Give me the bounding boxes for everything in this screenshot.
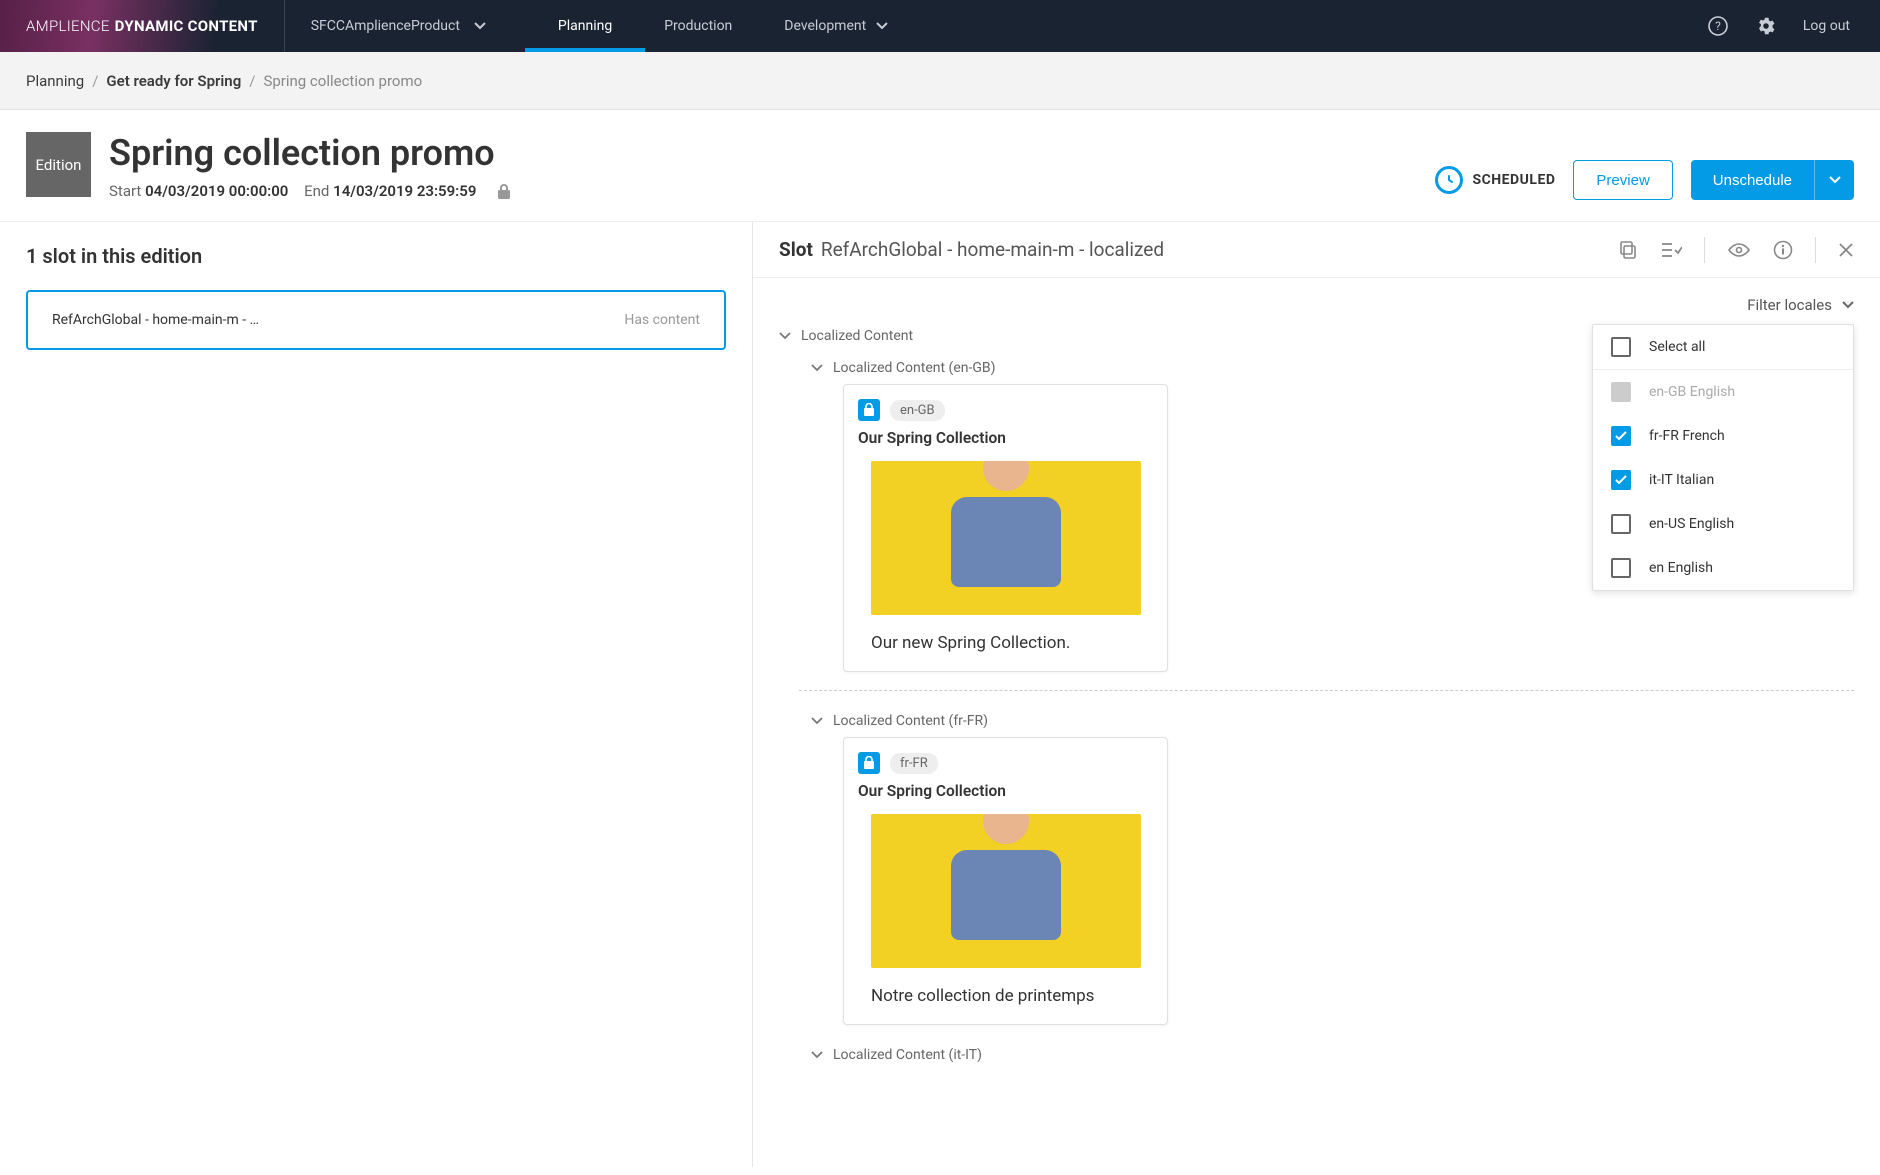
locale-option-it-it[interactable]: it-IT Italian <box>1593 458 1853 502</box>
filter-locales-toggle[interactable]: Filter locales <box>1747 296 1854 314</box>
checkbox-icon <box>1611 514 1631 534</box>
slot-header: Slot RefArchGlobal - home-main-m - local… <box>753 222 1880 278</box>
gear-icon[interactable] <box>1755 15 1777 37</box>
locale-option-en[interactable]: en English <box>1593 546 1853 590</box>
slot-card[interactable]: RefArchGlobal - home-main-m - … Has cont… <box>26 290 726 350</box>
locale-dropdown: Select all en-GB English fr-FR French it… <box>1592 324 1854 591</box>
section-fr-fr[interactable]: Localized Content (fr-FR) <box>811 705 1854 737</box>
card-caption: Notre collection de printemps <box>858 986 1153 1006</box>
chevron-down-icon <box>876 22 888 30</box>
slot-card-status: Has content <box>624 312 700 328</box>
checklist-icon[interactable] <box>1660 240 1682 260</box>
chevron-down-icon <box>811 364 823 372</box>
edition-dates: Start 04/03/2019 00:00:00 End 14/03/2019… <box>109 182 512 201</box>
header-actions: SCHEDULED Preview Unschedule <box>1435 160 1855 200</box>
main-content: 1 slot in this edition RefArchGlobal - h… <box>0 222 1880 1167</box>
brand-light: AMPLIENCE <box>26 17 110 35</box>
lock-icon <box>858 399 880 421</box>
copy-icon[interactable] <box>1618 240 1638 260</box>
locale-option-en-us[interactable]: en-US English <box>1593 502 1853 546</box>
slot-header-label: Slot <box>779 238 813 261</box>
locale-tag: fr-FR <box>890 753 938 774</box>
edition-icon: Edition <box>26 132 91 197</box>
breadcrumb-current: Spring collection promo <box>263 72 422 90</box>
svg-text:?: ? <box>1715 19 1721 33</box>
locale-option-fr-fr[interactable]: fr-FR French <box>1593 414 1853 458</box>
page-header: Edition Spring collection promo Start 04… <box>0 110 1880 222</box>
page-title: Spring collection promo <box>109 132 512 174</box>
locale-option-select-all[interactable]: Select all <box>1593 325 1853 370</box>
slot-body: Filter locales Select all en-GB English … <box>753 278 1880 1167</box>
nav-planning[interactable]: Planning <box>532 0 638 52</box>
page-header-text: Spring collection promo Start 04/03/2019… <box>109 132 512 201</box>
lock-icon <box>496 183 512 201</box>
card-title: Our Spring Collection <box>858 782 1153 800</box>
brand-bold: DYNAMIC CONTENT <box>115 17 258 35</box>
hub-selector[interactable]: SFCCAmplienceProduct <box>285 0 512 52</box>
breadcrumb-event[interactable]: Get ready for Spring <box>106 72 241 90</box>
top-right-actions: ? Log out <box>1707 15 1880 37</box>
chevron-down-icon <box>811 1051 823 1059</box>
top-nav: AMPLIENCE DYNAMIC CONTENT SFCCAmplienceP… <box>0 0 1880 52</box>
checkbox-checked-icon <box>1611 426 1631 446</box>
section-divider <box>799 690 1854 691</box>
nav-development[interactable]: Development <box>758 0 914 52</box>
slot-detail-pane: Slot RefArchGlobal - home-main-m - local… <box>753 222 1880 1167</box>
checkbox-icon <box>1611 382 1631 402</box>
content-card-fr-fr[interactable]: fr-FR Our Spring Collection Notre collec… <box>843 737 1168 1025</box>
checkbox-icon <box>1611 558 1631 578</box>
breadcrumb-planning[interactable]: Planning <box>26 72 84 90</box>
clock-icon <box>1435 166 1463 194</box>
hub-name: SFCCAmplienceProduct <box>311 18 460 34</box>
unschedule-split-button: Unschedule <box>1691 160 1854 200</box>
nav-items: Planning Production Development <box>532 0 914 52</box>
chevron-down-icon <box>779 332 791 340</box>
help-icon[interactable]: ? <box>1707 15 1729 37</box>
slots-pane: 1 slot in this edition RefArchGlobal - h… <box>0 222 753 1167</box>
chevron-down-icon <box>811 717 823 725</box>
lock-icon <box>858 752 880 774</box>
unschedule-caret[interactable] <box>1814 160 1854 200</box>
chevron-down-icon <box>474 22 486 30</box>
checkbox-icon <box>1611 337 1631 357</box>
content-card-en-gb[interactable]: en-GB Our Spring Collection Our new Spri… <box>843 384 1168 672</box>
locale-tag: en-GB <box>890 400 945 421</box>
locale-option-en-gb: en-GB English <box>1593 370 1853 414</box>
info-icon[interactable] <box>1773 240 1793 260</box>
close-icon[interactable] <box>1838 242 1854 258</box>
slot-header-name: RefArchGlobal - home-main-m - localized <box>821 238 1164 261</box>
slots-heading: 1 slot in this edition <box>26 244 726 268</box>
card-caption: Our new Spring Collection. <box>858 633 1153 653</box>
preview-button[interactable]: Preview <box>1573 160 1672 200</box>
slot-card-name: RefArchGlobal - home-main-m - … <box>52 312 259 328</box>
card-image <box>871 461 1141 615</box>
checkbox-checked-icon <box>1611 470 1631 490</box>
chevron-down-icon <box>1842 301 1854 309</box>
unschedule-button[interactable]: Unschedule <box>1691 160 1814 200</box>
slot-header-icons <box>1618 237 1854 263</box>
breadcrumb: Planning / Get ready for Spring / Spring… <box>0 52 1880 110</box>
eye-icon[interactable] <box>1727 242 1751 258</box>
status-scheduled: SCHEDULED <box>1435 166 1556 194</box>
card-image <box>871 814 1141 968</box>
brand-logo: AMPLIENCE DYNAMIC CONTENT <box>0 0 285 52</box>
logout-link[interactable]: Log out <box>1803 18 1850 34</box>
section-it-it[interactable]: Localized Content (it-IT) <box>811 1039 1854 1071</box>
nav-production[interactable]: Production <box>638 0 758 52</box>
card-title: Our Spring Collection <box>858 429 1153 447</box>
